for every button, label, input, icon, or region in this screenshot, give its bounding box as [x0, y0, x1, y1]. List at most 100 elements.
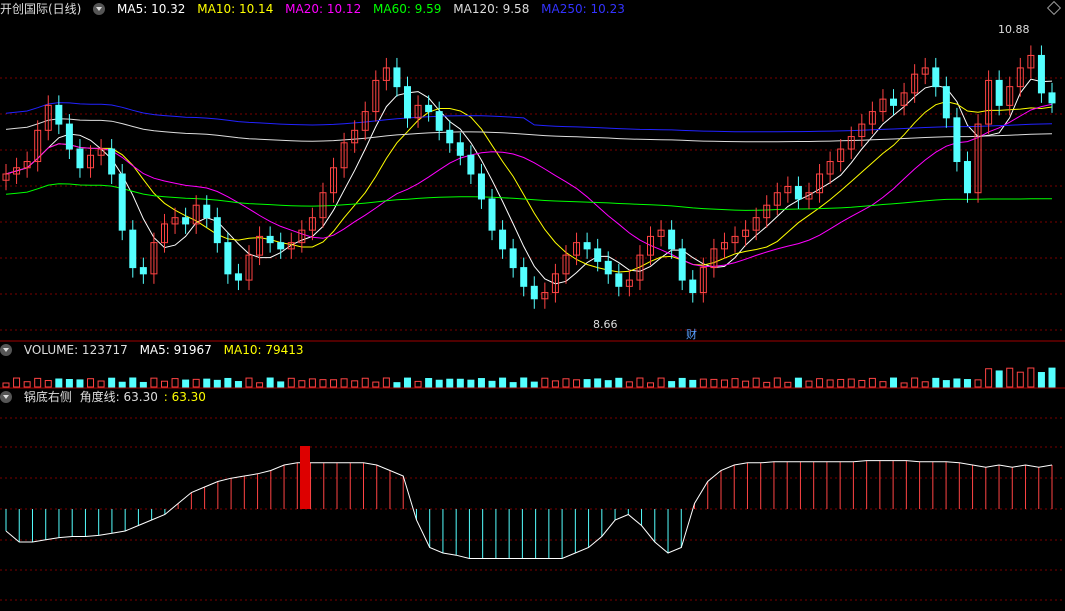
volume-bar: [847, 378, 855, 388]
volume-bar: [594, 378, 602, 388]
volume-bar: [192, 378, 200, 388]
volume-bar: [678, 377, 686, 388]
volume-bar: [742, 380, 750, 388]
volume-bar: [414, 380, 422, 388]
volume-bar: [985, 368, 993, 388]
volume-bar: [477, 378, 485, 388]
main-header: 开创国际(日线) MA5: 10.32 MA10: 10.14 MA20: 10…: [0, 1, 633, 17]
candle-body: [477, 173, 485, 200]
candle-body: [615, 273, 623, 287]
volume-bar: [76, 379, 84, 388]
volume-bar: [245, 377, 253, 388]
volume-bar: [837, 378, 845, 388]
volume-bar: [298, 380, 306, 388]
volume-bar: [1048, 367, 1056, 388]
volume-bar: [1037, 372, 1045, 388]
candle-body: [890, 98, 898, 106]
volume-bar: [562, 378, 570, 388]
ma250-line: [5, 102, 1053, 133]
candle-body: [668, 229, 676, 250]
vol-ma5-label: MA5: 91967: [139, 343, 212, 357]
candle-body: [224, 242, 232, 275]
volume-bar: [731, 378, 739, 388]
candle-body: [456, 142, 464, 156]
candle-body: [65, 123, 73, 150]
volume-bar: [150, 377, 158, 388]
volume-bar: [182, 379, 190, 388]
angle-line: [5, 460, 1053, 559]
candle-body: [509, 248, 517, 269]
volume-bar: [900, 382, 908, 388]
angle-line-label: 角度线: 63.30: [79, 390, 158, 404]
volume-bar: [456, 378, 464, 388]
volume-bar: [858, 379, 866, 388]
volume-bar: [963, 379, 971, 388]
volume-bar: [921, 381, 929, 388]
volume-bar: [446, 378, 454, 388]
candle-body: [403, 86, 411, 119]
volume-bar: [932, 377, 940, 388]
candle-body: [234, 273, 242, 281]
volume-bar: [604, 380, 612, 388]
signal-bar: [300, 446, 310, 509]
volume-bar: [499, 377, 507, 388]
candle-body: [963, 161, 971, 194]
volume-bar: [826, 379, 834, 388]
volume-bar: [55, 378, 63, 388]
volume-bar: [647, 382, 655, 388]
volume-bar: [256, 382, 264, 388]
dropdown-icon[interactable]: [0, 391, 12, 403]
indicator-name: 锅底右侧: [23, 390, 72, 404]
volume-bar: [890, 377, 898, 388]
volume-bar: [551, 380, 559, 388]
chart-canvas[interactable]: 10.88 8.66 财: [0, 0, 1065, 608]
volume-bar: [382, 377, 390, 388]
indicator-header: 锅底右侧 角度线: 63.30 : 63.30: [0, 389, 214, 405]
volume-bar: [879, 381, 887, 388]
volume-bar: [1016, 371, 1024, 388]
volume-bar: [784, 381, 792, 388]
volume-bar: [319, 379, 327, 388]
candle-body: [55, 104, 63, 125]
volume-bar: [203, 378, 211, 388]
volume-bar: [636, 377, 644, 388]
dropdown-icon[interactable]: [93, 3, 106, 15]
volume-label: VOLUME: 123717: [23, 343, 128, 357]
candle-body: [182, 217, 190, 225]
ma120-label: MA120: 9.58: [453, 2, 530, 16]
volume-bar: [816, 378, 824, 388]
candle-body: [1048, 92, 1056, 104]
volume-bar: [467, 379, 475, 388]
ma10-label: MA10: 10.14: [197, 2, 274, 16]
candle-body: [488, 198, 496, 231]
ma20-label: MA20: 10.12: [285, 2, 362, 16]
candle-body: [139, 267, 147, 275]
candle-body: [942, 86, 950, 119]
volume-bar: [234, 381, 242, 388]
volume-bar: [139, 381, 147, 388]
volume-bar: [1006, 367, 1014, 388]
volume-bar: [108, 377, 116, 388]
volume-bar: [308, 378, 316, 388]
candle-body: [794, 185, 802, 200]
volume-bar: [773, 377, 781, 388]
volume-bar: [509, 382, 517, 388]
volume-bar: [942, 380, 950, 388]
ma5-line: [5, 78, 1053, 285]
volume-bar: [720, 379, 728, 388]
volume-bar: [403, 377, 411, 388]
ma60-label: MA60: 9.59: [373, 2, 442, 16]
dropdown-icon[interactable]: [0, 344, 12, 356]
angle-value-label: : 63.30: [163, 390, 206, 404]
candle-body: [203, 204, 211, 219]
candle-body: [995, 79, 1003, 106]
chart-stage[interactable]: 10.88 8.66 财 开创国际(日线) MA5: 10.32 MA10: 10.…: [0, 0, 1065, 608]
volume-bar: [699, 378, 707, 388]
volume-bar: [520, 377, 528, 388]
volume-bar: [2, 382, 10, 388]
volume-bar: [668, 381, 676, 388]
ma250-label: MA250: 10.23: [541, 2, 625, 16]
volume-bar: [361, 377, 369, 388]
volume-bar: [995, 370, 1003, 388]
event-marker: 财: [686, 327, 697, 341]
